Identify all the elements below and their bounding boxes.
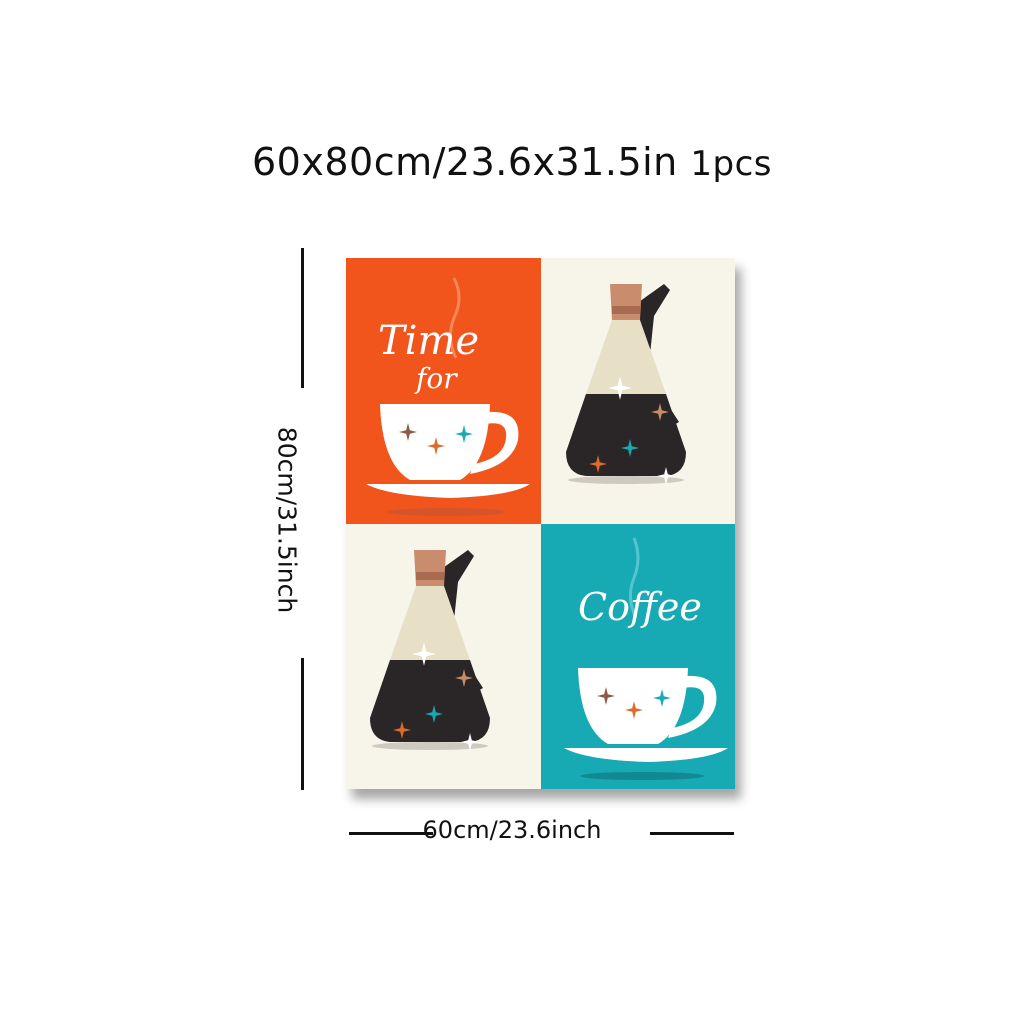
size-heading: 60x80cm/23.6x31.5in 1pcs xyxy=(0,140,1024,184)
height-dimension-line-top xyxy=(301,248,304,388)
size-label: 60x80cm/23.6x31.5in xyxy=(252,140,678,184)
width-label: 60cm/23.6inch xyxy=(422,816,602,844)
height-dimension-line-bottom xyxy=(301,658,304,790)
coffee-text: Coffee xyxy=(578,585,702,629)
height-label: 80cm/31.5inch xyxy=(272,426,302,614)
quantity-label: 1pcs xyxy=(690,144,772,184)
canvas-poster: Time for Coffee xyxy=(346,258,735,789)
time-text: Time xyxy=(378,318,479,364)
for-text: for xyxy=(414,362,458,395)
poster-artwork: Time for Coffee xyxy=(346,258,735,789)
